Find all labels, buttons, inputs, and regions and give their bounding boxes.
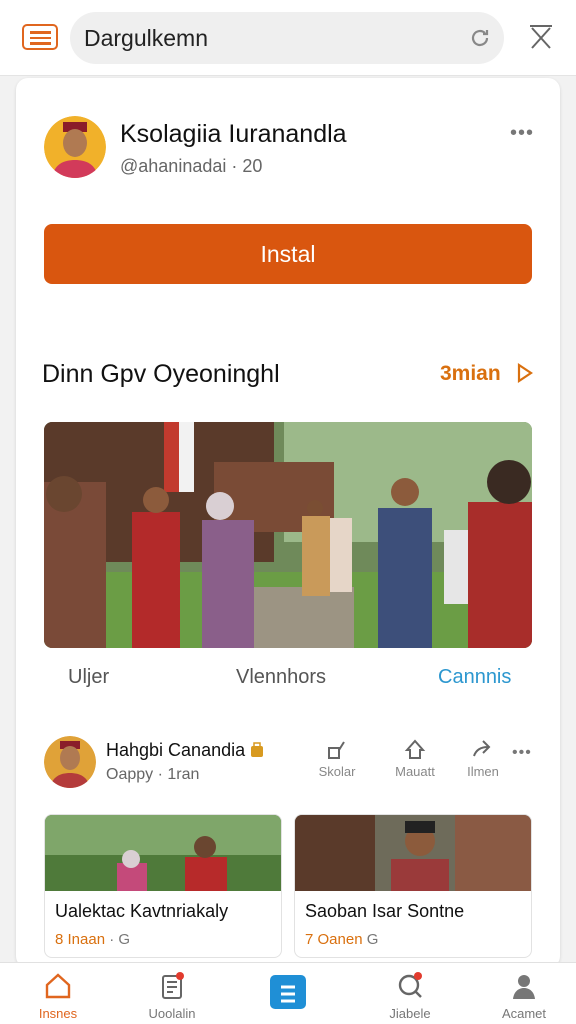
app-icon: [270, 975, 306, 1009]
feed-icon: [162, 972, 184, 999]
more-options-icon[interactable]: •••: [510, 122, 534, 145]
close-icon[interactable]: [526, 22, 556, 52]
post-meta: Oappy · 1ran: [106, 766, 200, 783]
video-title: Saoban Isar Sontne: [305, 901, 465, 921]
video-thumbnail: [45, 815, 281, 891]
post-more-icon[interactable]: •••: [512, 744, 532, 762]
bottom-nav: Insnes Uoolalin Jiabele Acamet: [0, 962, 576, 1024]
nav-feed[interactable]: Uoolalin: [132, 971, 212, 1021]
save-icon: [404, 739, 426, 759]
share-icon: [328, 741, 345, 759]
video-meta: 8 Inaan · G: [55, 931, 131, 948]
tab-uljer[interactable]: Uljer: [68, 666, 109, 689]
menu-icon[interactable]: [22, 24, 58, 50]
search-bar[interactable]: [70, 12, 504, 64]
tab-vlennhors[interactable]: Vlennhors: [236, 666, 326, 689]
video-meta: 7 Oanen G: [305, 931, 379, 948]
refresh-icon[interactable]: [468, 26, 492, 50]
video-thumbnail: [295, 815, 531, 891]
post-avatar[interactable]: [44, 736, 96, 788]
forward-button[interactable]: Ilmen: [458, 738, 508, 779]
search-input[interactable]: [84, 12, 454, 64]
install-button[interactable]: Instal: [44, 224, 532, 284]
chevron-right-icon[interactable]: [516, 362, 534, 384]
profile-card: Ksolagiia Iuranandla @ahaninadai · 20 ••…: [16, 78, 560, 968]
badge-icon: [251, 742, 264, 757]
share-button[interactable]: Skolar: [312, 738, 362, 779]
profile-avatar[interactable]: [44, 116, 106, 178]
home-icon: [45, 973, 71, 999]
top-bar: [0, 0, 576, 76]
nav-search[interactable]: Jiabele: [370, 971, 450, 1021]
save-button[interactable]: Mauatt: [390, 738, 440, 779]
user-icon: [513, 975, 535, 999]
profile-name: Ksolagiia Iuranandla: [120, 120, 347, 148]
section-title: Dinn Gpv Oyeoninghl: [42, 360, 280, 388]
featured-photo[interactable]: [44, 422, 532, 648]
nav-account[interactable]: Acamet: [484, 971, 564, 1021]
profile-handle: @ahaninadai · 20: [120, 156, 263, 176]
post-author: Hahgbi Canandia: [106, 740, 264, 761]
see-all-link[interactable]: 3mian: [440, 362, 501, 386]
forward-icon: [473, 740, 491, 757]
search-icon: [398, 972, 422, 998]
video-title: Ualektac Kavtnriakaly: [55, 901, 229, 921]
nav-app[interactable]: [248, 971, 328, 1016]
video-card[interactable]: Ualektac Kavtnriakaly 8 Inaan · G: [44, 814, 282, 958]
nav-home[interactable]: Insnes: [18, 971, 98, 1021]
tab-cannnis[interactable]: Cannnis: [438, 666, 511, 689]
video-card[interactable]: Saoban Isar Sontne 7 Oanen G: [294, 814, 532, 958]
